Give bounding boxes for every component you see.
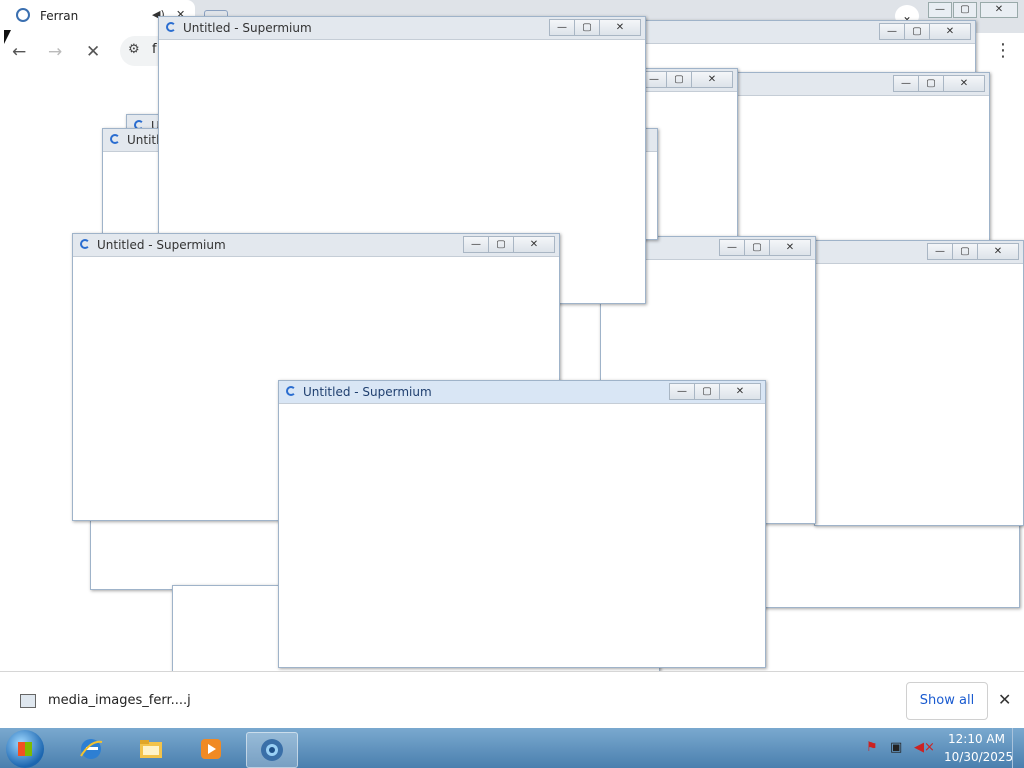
- download-shelf: media_images_ferr....j Show all ✕: [0, 671, 1024, 729]
- media-player-icon: [201, 739, 221, 759]
- supermium-icon: [261, 739, 283, 761]
- minimize-icon[interactable]: —: [927, 243, 953, 260]
- back-icon[interactable]: ←: [12, 42, 26, 62]
- close-icon[interactable]: ✕: [513, 236, 555, 253]
- address-text: f: [152, 42, 157, 57]
- minimize-icon[interactable]: —: [719, 239, 745, 256]
- clock-date[interactable]: 10/30/2025: [944, 750, 1013, 764]
- windows-logo-icon: [18, 742, 32, 756]
- loading-spinner-icon: [286, 386, 296, 396]
- internet-explorer-icon: [80, 739, 103, 759]
- taskbar-supermium[interactable]: [246, 732, 298, 768]
- browser-menu-icon[interactable]: ⋮: [994, 40, 1012, 61]
- loading-spinner-icon: [80, 239, 90, 249]
- popup-window[interactable]: — ▢ ✕: [814, 240, 1024, 526]
- window-title: Untitled - Supermium: [183, 21, 312, 35]
- close-shelf-icon[interactable]: ✕: [998, 690, 1011, 709]
- site-settings-icon[interactable]: ⚙: [128, 42, 140, 57]
- close-icon[interactable]: ✕: [599, 19, 641, 36]
- show-all-button[interactable]: Show all: [906, 682, 988, 720]
- popup-window[interactable]: — ▢ ✕: [736, 72, 990, 244]
- window-titlebar[interactable]: — ▢ ✕: [601, 21, 975, 44]
- browser-minimize-icon[interactable]: —: [928, 2, 952, 18]
- clock-time[interactable]: 12:10 AM: [948, 732, 1005, 746]
- taskbar-internet-explorer[interactable]: [66, 732, 116, 766]
- window-titlebar[interactable]: Untitled - Supermium — ▢ ✕: [159, 17, 645, 40]
- minimize-icon[interactable]: —: [549, 19, 575, 36]
- close-icon[interactable]: ✕: [769, 239, 811, 256]
- window-title: Untitled - Supermium: [97, 238, 226, 252]
- start-button[interactable]: [6, 730, 44, 768]
- window-titlebar[interactable]: — ▢ ✕: [815, 241, 1023, 264]
- maximize-icon[interactable]: ▢: [952, 243, 978, 260]
- loading-spinner-icon: [110, 134, 120, 144]
- mouse-cursor-icon: [4, 30, 11, 44]
- loading-spinner-icon: [166, 22, 176, 32]
- minimize-icon[interactable]: —: [669, 383, 695, 400]
- window-titlebar[interactable]: Untitled - Supermium — ▢ ✕: [73, 234, 559, 257]
- close-icon[interactable]: ✕: [929, 23, 971, 40]
- network-icon[interactable]: ▣: [890, 740, 902, 755]
- action-center-icon[interactable]: ⚑: [866, 740, 878, 755]
- supermium-favicon-icon: [16, 8, 30, 22]
- taskbar-media-player[interactable]: [186, 732, 236, 766]
- taskbar: ⚑ ▣ ◀× 12:10 AM 10/30/2025: [0, 728, 1024, 768]
- show-desktop-button[interactable]: [1012, 728, 1024, 768]
- taskbar-file-explorer[interactable]: [126, 732, 176, 766]
- close-icon[interactable]: ✕: [943, 75, 985, 92]
- minimize-icon[interactable]: —: [879, 23, 905, 40]
- browser-maximize-icon[interactable]: ▢: [953, 2, 977, 18]
- maximize-icon[interactable]: ▢: [904, 23, 930, 40]
- browser-close-icon[interactable]: ✕: [980, 2, 1018, 18]
- maximize-icon[interactable]: ▢: [744, 239, 770, 256]
- maximize-icon[interactable]: ▢: [488, 236, 514, 253]
- popup-window[interactable]: [760, 520, 1020, 608]
- window-titlebar[interactable]: Untitled - Supermium — ▢ ✕: [279, 381, 765, 404]
- window-titlebar[interactable]: — ▢ ✕: [737, 73, 989, 96]
- maximize-icon[interactable]: ▢: [574, 19, 600, 36]
- maximize-icon[interactable]: ▢: [918, 75, 944, 92]
- popup-window[interactable]: — ▢ ✕: [600, 20, 976, 74]
- close-icon[interactable]: ✕: [691, 71, 733, 88]
- close-icon[interactable]: ✕: [977, 243, 1019, 260]
- tab-title: Ferran: [40, 9, 79, 23]
- window-title: Untitled - Supermium: [303, 385, 432, 399]
- forward-icon[interactable]: →: [48, 42, 62, 62]
- download-item[interactable]: media_images_ferr....j: [48, 693, 191, 708]
- minimize-icon[interactable]: —: [463, 236, 489, 253]
- volume-muted-icon[interactable]: ◀×: [914, 740, 935, 755]
- stop-icon[interactable]: ✕: [86, 42, 100, 62]
- maximize-icon[interactable]: ▢: [666, 71, 692, 88]
- popup-window-active[interactable]: Untitled - Supermium — ▢ ✕: [278, 380, 766, 668]
- maximize-icon[interactable]: ▢: [694, 383, 720, 400]
- close-icon[interactable]: ✕: [719, 383, 761, 400]
- minimize-icon[interactable]: —: [893, 75, 919, 92]
- popup-window[interactable]: [90, 520, 282, 590]
- image-file-icon: [20, 694, 36, 708]
- folder-icon: [140, 740, 162, 758]
